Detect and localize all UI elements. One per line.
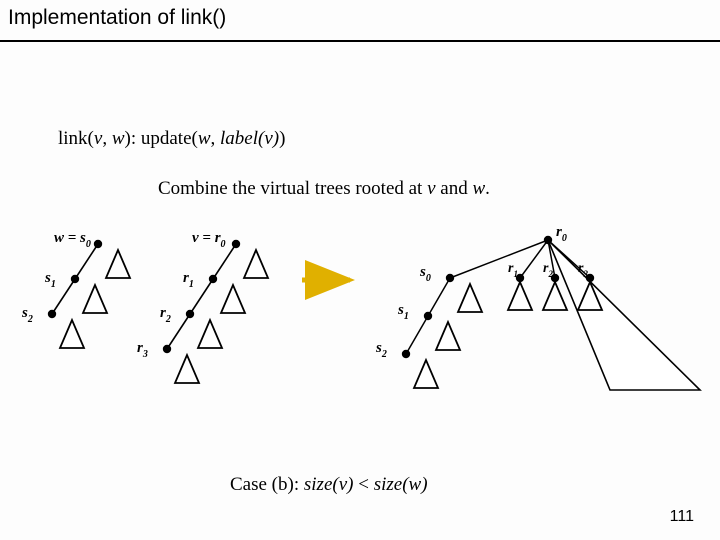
case-b-text: Case (b): bbox=[230, 474, 304, 495]
right-combined-tree: r0 s0 s1 s2 r1 r2 r3 bbox=[375, 224, 700, 390]
title-text: Implementation of bbox=[8, 6, 181, 29]
description-line: Combine the virtual trees rooted at v an… bbox=[158, 178, 490, 200]
svg-text:r1: r1 bbox=[508, 261, 518, 279]
desc-w: w bbox=[472, 178, 485, 199]
lbl-v-r0: v = r bbox=[192, 230, 221, 246]
var-w: w bbox=[112, 128, 125, 149]
arg-v: v bbox=[264, 128, 272, 149]
desc-v: v bbox=[427, 178, 435, 199]
svg-text:r2: r2 bbox=[160, 305, 171, 325]
svg-text:s1: s1 bbox=[44, 270, 56, 290]
title-func: link() bbox=[181, 6, 227, 29]
svg-text:s1: s1 bbox=[397, 302, 409, 322]
svg-text:w = s0: w = s0 bbox=[54, 230, 91, 250]
sep: , bbox=[102, 128, 112, 149]
svg-text:r1: r1 bbox=[183, 270, 194, 290]
desc-1: Combine the virtual trees rooted at bbox=[158, 178, 427, 199]
size-w: size(w) bbox=[374, 474, 428, 495]
lbl-w-s0: w = s bbox=[54, 230, 86, 246]
case-label: Case (b): size(v) < size(w) bbox=[230, 474, 428, 496]
sep2: , bbox=[211, 128, 221, 149]
size-v: size(v) bbox=[304, 474, 354, 495]
svg-text:r0: r0 bbox=[556, 224, 567, 244]
svg-text:s0: s0 bbox=[419, 264, 431, 284]
desc-dot: . bbox=[485, 178, 490, 199]
svg-text:r3: r3 bbox=[137, 340, 148, 360]
label-open: label( bbox=[220, 128, 264, 149]
svg-text:s2: s2 bbox=[21, 305, 33, 325]
definition-line: link(v, w): update(w, label(v)) bbox=[58, 128, 285, 150]
title-divider bbox=[0, 40, 720, 42]
svg-text:s2: s2 bbox=[375, 340, 387, 360]
def-close: ) bbox=[279, 128, 285, 149]
page-number: 111 bbox=[670, 508, 694, 526]
arg-w: w bbox=[198, 128, 211, 149]
left-chain-v: v = r0 r1 r2 r3 bbox=[137, 230, 268, 383]
def-update-open: ): update( bbox=[125, 128, 198, 149]
lt: < bbox=[353, 474, 373, 495]
def-link-open: link( bbox=[58, 128, 94, 149]
tree-diagram: w = s0 s1 s2 v = r0 r1 r2 r3 r0 bbox=[10, 220, 710, 450]
desc-2: and bbox=[436, 178, 473, 199]
left-chain-w: w = s0 s1 s2 bbox=[21, 230, 130, 348]
svg-text:v = r0: v = r0 bbox=[192, 230, 226, 250]
page-title: Implementation of link() bbox=[8, 6, 226, 30]
